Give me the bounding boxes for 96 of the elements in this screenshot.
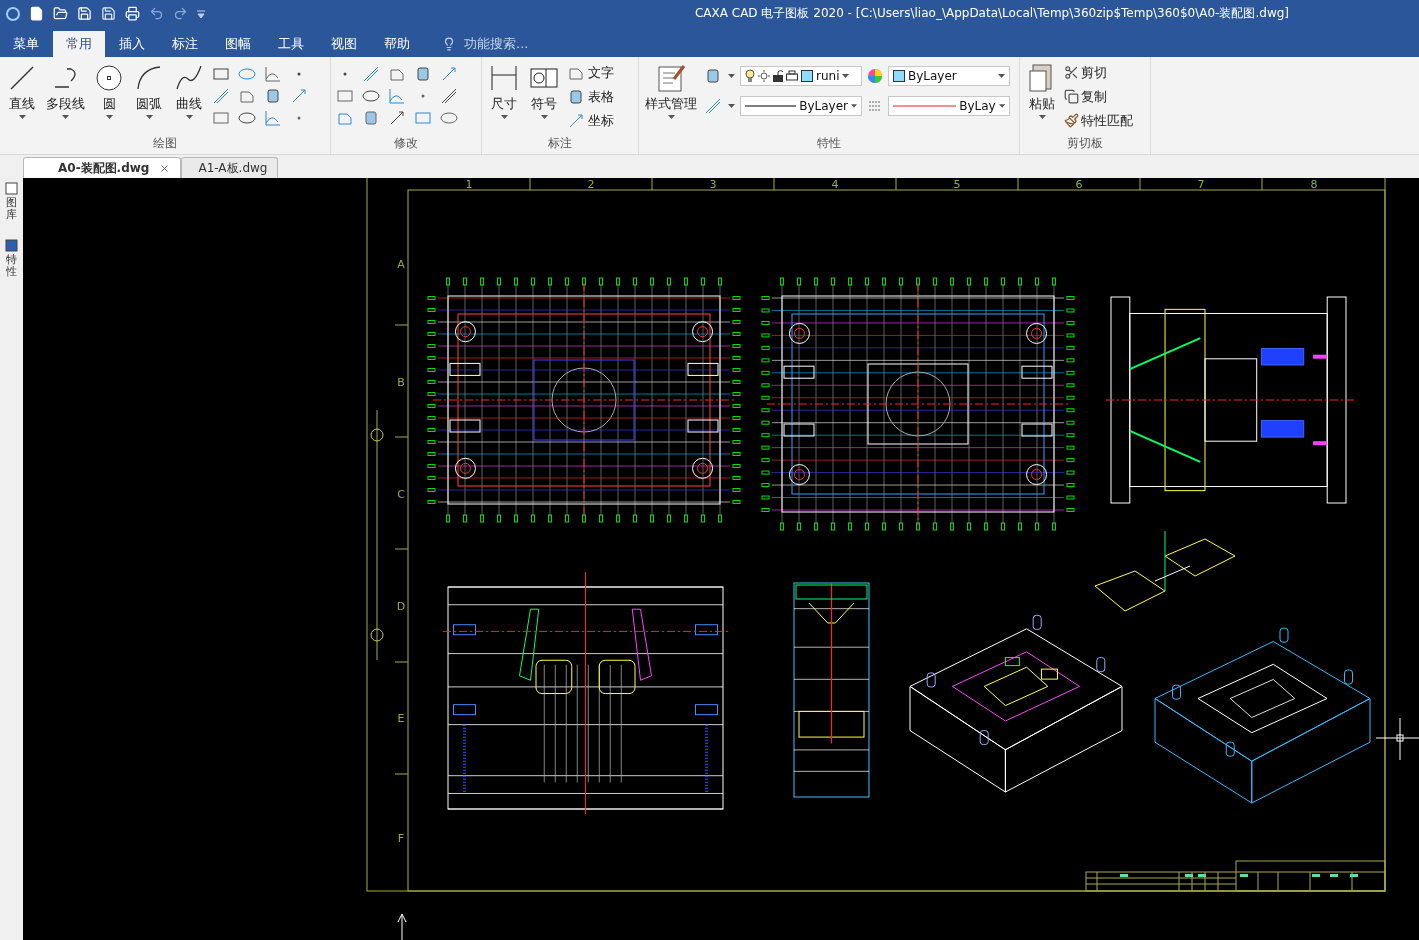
- color-swatch-icon[interactable]: [801, 69, 813, 82]
- menu-tab[interactable]: 视图: [318, 30, 370, 57]
- tool-button[interactable]: 圆: [91, 62, 127, 119]
- tool-button[interactable]: 尺寸: [486, 62, 522, 119]
- lineweight-dropdown[interactable]: ByLay: [888, 95, 1010, 116]
- customize-toolbar-icon[interactable]: [197, 9, 205, 18]
- undo-icon[interactable]: [149, 6, 164, 22]
- scissors-icon: [1064, 65, 1079, 81]
- tool-button[interactable]: 复制: [1064, 86, 1133, 107]
- ucs-axis-icon: [397, 913, 407, 940]
- color-dropdown[interactable]: ByLayer: [888, 65, 1010, 86]
- color-swatch-icon: [893, 69, 905, 82]
- save-icon[interactable]: [77, 6, 92, 22]
- line-sample-icon: [893, 103, 957, 108]
- menu-tab[interactable]: 菜单: [0, 30, 52, 57]
- caret-icon[interactable]: [728, 73, 735, 78]
- row-label: E: [397, 712, 405, 725]
- caret-icon[interactable]: [500, 114, 508, 119]
- side-panel-tab[interactable]: 图库: [6, 197, 17, 222]
- circle-tool-icon: [93, 62, 125, 93]
- tool-button[interactable]: 多段线: [44, 62, 87, 119]
- print-icon[interactable]: [125, 6, 140, 22]
- row-label: A: [397, 258, 405, 271]
- column-label: 2: [587, 178, 595, 191]
- redo-icon[interactable]: [173, 6, 188, 22]
- style-manager-icon: [655, 62, 687, 93]
- column-label: 6: [1075, 178, 1083, 191]
- row-label: C: [397, 488, 405, 501]
- caret-icon[interactable]: [851, 103, 857, 108]
- menu-tab[interactable]: 插入: [106, 30, 158, 57]
- column-label: 5: [953, 178, 961, 191]
- tool-button[interactable]: 表格: [566, 86, 614, 107]
- caret-icon[interactable]: [105, 114, 113, 119]
- group-label: 修改: [394, 135, 418, 153]
- caret-icon[interactable]: [62, 114, 69, 119]
- window-title: CAXA CAD 电子图板 2020 - [C:\Users\liao_\AppData\Local\Temp\360zip$Temp\360$0\A0-装配图.dwg]: [694, 5, 1289, 23]
- sun-icon[interactable]: [758, 69, 770, 82]
- caret-icon[interactable]: [185, 114, 193, 119]
- linetype-dropdown[interactable]: ByLayer: [740, 95, 862, 116]
- app-logo-icon[interactable]: [6, 6, 20, 21]
- tool-button[interactable]: 剪切: [1064, 62, 1133, 83]
- line-sample-icon: [745, 103, 797, 108]
- lightbulb-icon: [442, 36, 456, 51]
- tool-button[interactable]: 直线: [4, 62, 40, 119]
- caret-icon[interactable]: [998, 103, 1005, 108]
- caret-icon[interactable]: [145, 114, 153, 119]
- caret-icon[interactable]: [842, 73, 850, 78]
- row-label: B: [397, 376, 405, 389]
- group-label: 标注: [548, 135, 572, 153]
- menu-tab[interactable]: 标注: [159, 30, 211, 57]
- caret-icon[interactable]: [998, 73, 1005, 78]
- printer-icon[interactable]: [786, 69, 798, 82]
- menu-tab[interactable]: 工具: [265, 30, 317, 57]
- close-icon[interactable]: [159, 162, 171, 174]
- menu-tab[interactable]: 常用: [53, 30, 105, 57]
- column-label: 4: [831, 178, 839, 191]
- column-label: 7: [1197, 178, 1205, 191]
- side-panel-tab[interactable]: 特性: [6, 254, 17, 279]
- open-folder-icon[interactable]: [53, 6, 68, 22]
- tool-button[interactable]: 曲线: [171, 62, 207, 119]
- group-label: 绘图: [153, 135, 177, 153]
- tool-button[interactable]: 特性匹配: [1064, 110, 1133, 131]
- lightbulb-icon[interactable]: [745, 68, 755, 83]
- lock-icon[interactable]: [773, 69, 783, 82]
- document-tab[interactable]: A1-A板.dwg: [181, 157, 279, 178]
- tool-button[interactable]: 文字: [566, 62, 614, 83]
- tool-button[interactable]: 坐标: [566, 110, 614, 131]
- caret-icon[interactable]: [540, 114, 548, 119]
- caret-icon[interactable]: [728, 103, 735, 108]
- search-field[interactable]: 功能搜索...: [464, 34, 529, 53]
- new-file-icon[interactable]: [29, 6, 44, 22]
- copy-icon: [1064, 89, 1079, 105]
- paintbrush-icon: [1064, 113, 1079, 129]
- properties-panel-icon[interactable]: [5, 239, 18, 253]
- tool-button[interactable]: 圆弧: [131, 62, 167, 119]
- library-panel-icon[interactable]: [5, 182, 18, 195]
- row-label: D: [396, 600, 406, 613]
- caret-icon[interactable]: [18, 114, 26, 119]
- tool-button[interactable]: 样式管理: [643, 62, 699, 119]
- caret-icon[interactable]: [1038, 114, 1046, 119]
- column-label: 1: [465, 178, 473, 191]
- tool-button[interactable]: 粘贴: [1024, 62, 1060, 119]
- caret-icon[interactable]: [667, 114, 675, 119]
- menu-tab[interactable]: 帮助: [371, 30, 423, 57]
- tool-button[interactable]: 符号: [526, 62, 562, 119]
- menu-tab[interactable]: 图幅: [212, 30, 264, 57]
- document-tab[interactable]: A0-装配图.dwg: [23, 157, 182, 178]
- column-label: 3: [709, 178, 717, 191]
- row-label: F: [397, 832, 405, 845]
- crosshair-cursor-icon: [1375, 717, 1419, 761]
- group-label: 特性: [817, 135, 841, 153]
- color-wheel-icon[interactable]: [867, 67, 883, 84]
- column-label: 8: [1310, 178, 1318, 191]
- save-as-icon[interactable]: [101, 6, 116, 22]
- group-label: 剪切板: [1067, 135, 1103, 153]
- layer-dropdown[interactable]: runi: [740, 65, 862, 86]
